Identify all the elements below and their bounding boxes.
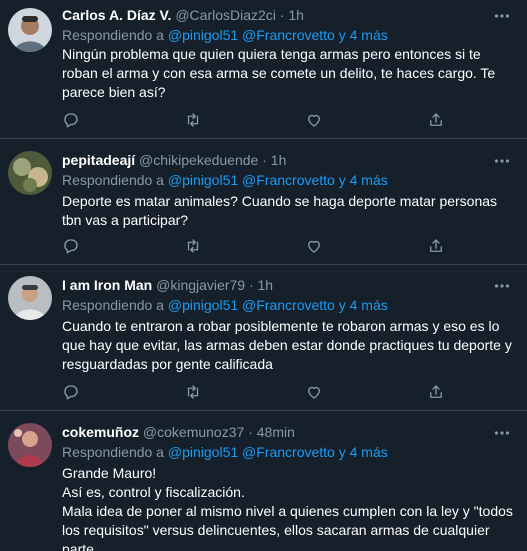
heart-icon[interactable] — [305, 383, 323, 401]
avatar[interactable] — [8, 423, 52, 467]
display-name[interactable]: cokemuñoz — [62, 424, 139, 440]
tweet-text-line: Mala idea de poner al mismo nivel a quie… — [62, 503, 513, 551]
mention-link[interactable]: @pinigol51 — [168, 172, 238, 188]
timestamp[interactable]: 48min — [257, 424, 295, 440]
reply-icon[interactable] — [62, 111, 80, 129]
more-icon[interactable] — [493, 424, 511, 442]
tweet[interactable]: pepitadeají @chikipekeduende · 1h Respon… — [0, 139, 527, 265]
timestamp[interactable]: 1h — [288, 7, 304, 23]
tweet[interactable]: cokemuñoz @cokemunoz37 · 48min Respondie… — [0, 411, 527, 551]
tweet-text-line: Grande Mauro! — [62, 465, 157, 481]
mention-link[interactable]: @pinigol51 — [168, 27, 238, 43]
user-handle[interactable]: @CarlosDiaz2ci — [175, 7, 276, 23]
user-handle[interactable]: @cokemunoz37 — [143, 424, 244, 440]
avatar[interactable] — [8, 276, 52, 320]
timestamp[interactable]: 1h — [271, 152, 287, 168]
replying-to: Respondiendo a @pinigol51 @Francrovetto … — [62, 27, 515, 44]
replying-to: Respondiendo a @pinigol51 @Francrovetto … — [62, 444, 515, 461]
reply-icon[interactable] — [62, 237, 80, 255]
replying-to: Respondiendo a @pinigol51 @Francrovetto … — [62, 297, 515, 314]
separator-dot: · — [262, 152, 267, 168]
mention-link[interactable]: @Francrovetto y 4 más — [242, 27, 388, 43]
tweet-text: Cuando te entraron a robar posiblemente … — [62, 317, 517, 374]
tweet-text-line: Así es, control y fiscalización. — [62, 484, 245, 500]
separator-dot: · — [248, 424, 253, 440]
retweet-icon[interactable] — [184, 383, 202, 401]
display-name[interactable]: pepitadeají — [62, 152, 135, 168]
tweet-text-line: Ningún problema que quien quiera tenga a… — [62, 46, 496, 100]
tweet[interactable]: I am Iron Man @kingjavier79 · 1h Respond… — [0, 265, 527, 411]
tweet-header: Carlos A. Díaz V. @CarlosDiaz2ci · 1h — [62, 7, 491, 24]
mention-link[interactable]: @Francrovetto y 4 más — [242, 444, 388, 460]
replying-to-label: Respondiendo a — [62, 27, 164, 43]
separator-dot: · — [279, 7, 285, 23]
share-icon[interactable] — [427, 111, 445, 129]
tweet-text: Ningún problema que quien quiera tenga a… — [62, 45, 517, 102]
heart-icon[interactable] — [305, 111, 323, 129]
share-icon[interactable] — [427, 383, 445, 401]
tweet-header: cokemuñoz @cokemunoz37 · 48min — [62, 424, 491, 441]
mention-link[interactable]: @Francrovetto y 4 más — [242, 297, 388, 313]
avatar[interactable] — [8, 8, 52, 52]
timestamp[interactable]: 1h — [258, 277, 274, 293]
heart-icon[interactable] — [305, 237, 323, 255]
tweet-text: Deporte es matar animales? Cuando se hag… — [62, 192, 517, 230]
tweet-header: I am Iron Man @kingjavier79 · 1h — [62, 277, 491, 294]
replying-to: Respondiendo a @pinigol51 @Francrovetto … — [62, 172, 515, 189]
replying-to-label: Respondiendo a — [62, 172, 164, 188]
tweet[interactable]: Carlos A. Díaz V. @CarlosDiaz2ci · 1h Re… — [0, 0, 527, 139]
tweet-text-line: Deporte es matar animales? Cuando se hag… — [62, 193, 498, 228]
display-name[interactable]: Carlos A. Díaz V. — [62, 7, 171, 23]
reply-icon[interactable] — [62, 383, 80, 401]
mention-link[interactable]: @pinigol51 — [168, 297, 238, 313]
more-icon[interactable] — [493, 277, 511, 295]
tweet-text: Grande Mauro! Así es, control y fiscaliz… — [62, 464, 517, 551]
replying-to-label: Respondiendo a — [62, 444, 164, 460]
tweet-actions — [62, 237, 452, 255]
retweet-icon[interactable] — [184, 237, 202, 255]
more-icon[interactable] — [493, 152, 511, 170]
mention-link[interactable]: @pinigol51 — [168, 444, 238, 460]
replying-to-label: Respondiendo a — [62, 297, 164, 313]
tweet-feed: Carlos A. Díaz V. @CarlosDiaz2ci · 1h Re… — [0, 0, 527, 551]
tweet-actions — [62, 383, 452, 401]
tweet-header: pepitadeají @chikipekeduende · 1h — [62, 152, 491, 169]
tweet-text-line: Cuando te entraron a robar posiblemente … — [62, 318, 512, 372]
retweet-icon[interactable] — [184, 111, 202, 129]
tweet-actions — [62, 111, 452, 129]
separator-dot: · — [248, 277, 254, 293]
avatar[interactable] — [8, 151, 52, 195]
user-handle[interactable]: @kingjavier79 — [156, 277, 245, 293]
mention-link[interactable]: @Francrovetto y 4 más — [242, 172, 388, 188]
user-handle[interactable]: @chikipekeduende — [139, 152, 258, 168]
display-name[interactable]: I am Iron Man — [62, 277, 152, 293]
share-icon[interactable] — [427, 237, 445, 255]
more-icon[interactable] — [493, 7, 511, 25]
